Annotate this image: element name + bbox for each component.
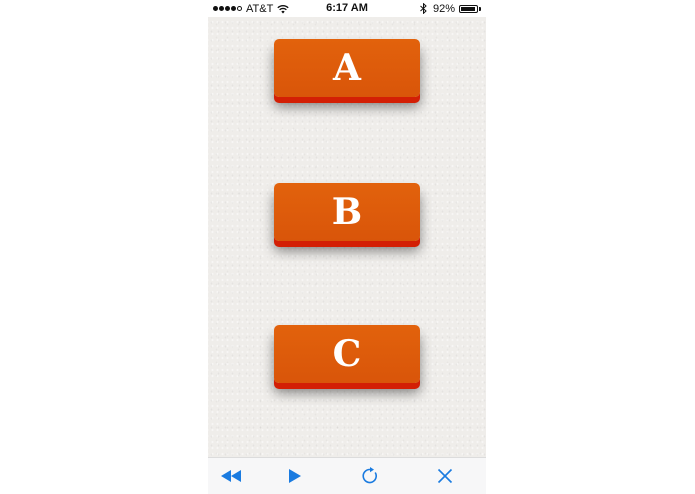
close-icon: [437, 468, 453, 484]
bottom-toolbar: [208, 457, 486, 494]
bluetooth-icon: [420, 3, 427, 14]
key-c-button[interactable]: C: [274, 325, 420, 383]
rewind-icon: [221, 470, 241, 482]
battery-icon: [459, 4, 478, 13]
battery-nub: [479, 6, 481, 11]
rewind-button[interactable]: [220, 466, 242, 486]
reload-icon: [362, 467, 378, 484]
battery-percent: 92%: [432, 2, 455, 15]
play-icon: [289, 469, 301, 483]
key-b-button[interactable]: B: [274, 183, 420, 241]
status-bar: AT&T 6:17 AM 92%: [208, 0, 486, 17]
play-button[interactable]: [284, 466, 306, 486]
battery-fill: [461, 6, 475, 11]
close-button[interactable]: [434, 466, 456, 486]
phone-screen: AT&T 6:17 AM 92% A B C: [208, 0, 486, 494]
status-right: 92%: [420, 2, 481, 15]
reload-button[interactable]: [359, 466, 381, 486]
key-a-button[interactable]: A: [274, 39, 420, 97]
